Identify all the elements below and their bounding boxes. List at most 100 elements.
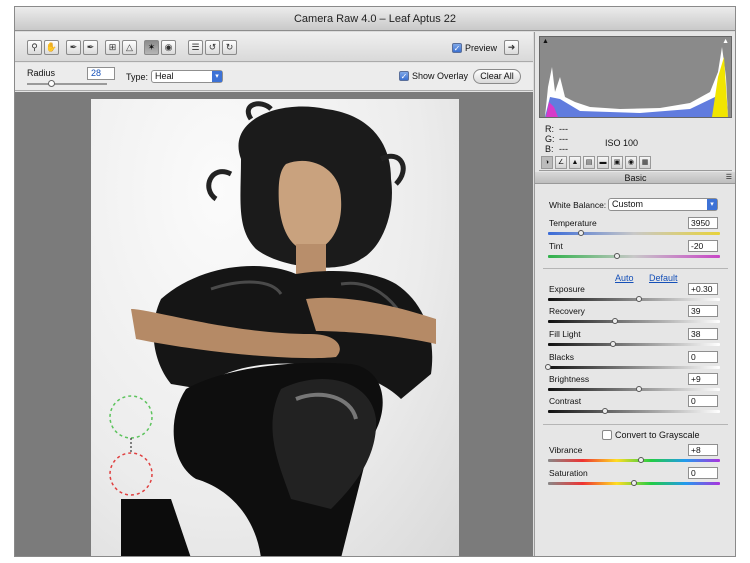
slider-value-input[interactable]: 0 [688, 467, 718, 479]
show-overlay-label: Show Overlay [412, 71, 469, 81]
tab-tone-curve[interactable]: ∠ [555, 156, 567, 169]
tab-lens[interactable]: ▣ [611, 156, 623, 169]
slider-track[interactable] [548, 298, 720, 301]
preview-checkbox[interactable]: ✓ [452, 43, 462, 53]
toolbar: ⚲ ✋ ✒ ✒ ⊞ △ ✶ ◉ ☰ ↺ ↻ ✓ Preview ➜ [15, 32, 533, 62]
slider-track[interactable] [548, 255, 720, 258]
tab-detail[interactable]: ▲ [569, 156, 581, 169]
rotate-right-icon[interactable]: ↻ [222, 40, 237, 55]
radius-input[interactable]: 28 [87, 67, 115, 80]
slider-value-input[interactable]: 0 [688, 395, 718, 407]
divider [543, 268, 728, 269]
default-link[interactable]: Default [649, 273, 678, 283]
hand-icon[interactable]: ✋ [44, 40, 59, 55]
white-balance-label: White Balance: [549, 200, 607, 210]
b-label: B: [545, 144, 554, 154]
slider-value-input[interactable]: 0 [688, 351, 718, 363]
slider-value-input[interactable]: -20 [688, 240, 718, 252]
section-title: Basic ☰ [535, 172, 735, 184]
shadow-clip-icon[interactable]: ▲ [542, 38, 549, 45]
slider-thumb[interactable] [601, 408, 608, 414]
slider-track[interactable] [548, 388, 720, 391]
tab-basic[interactable]: ◑ [541, 156, 553, 169]
type-value: Heal [155, 71, 174, 81]
select-arrow-icon: ▾ [212, 71, 222, 82]
r-value: --- [559, 124, 568, 134]
divider [543, 424, 728, 425]
select-arrow-icon: ▾ [707, 199, 717, 210]
camera-raw-window: Camera Raw 4.0 – Leaf Aptus 22 ⚲ ✋ ✒ ✒ ⊞… [14, 6, 736, 557]
slider-label: Blacks [549, 352, 575, 362]
slider-track[interactable] [548, 366, 720, 369]
adjustments-pane: ▲ ▲ R: --- G: --- B: --- ISO 100 ◑ ∠ ▲ ▤… [534, 32, 735, 556]
slider-thumb[interactable] [636, 386, 643, 392]
slider-value-input[interactable]: 39 [688, 305, 718, 317]
r-label: R: [545, 124, 554, 134]
section-title-text: Basic [624, 173, 647, 183]
window-title: Camera Raw 4.0 – Leaf Aptus 22 [15, 7, 735, 31]
slider-value-input[interactable]: 3950 [688, 217, 718, 229]
highlight-clip-icon[interactable]: ▲ [722, 38, 729, 45]
open-panel-icon[interactable]: ➜ [504, 40, 519, 55]
slider-thumb[interactable] [613, 253, 620, 259]
slider-track[interactable] [548, 232, 720, 235]
grayscale-checkbox[interactable] [602, 430, 612, 440]
spot-removal-icon[interactable]: ✶ [144, 40, 159, 55]
slider-value-input[interactable]: 38 [688, 328, 718, 340]
b-value: --- [559, 144, 568, 154]
preferences-icon[interactable]: ☰ [188, 40, 203, 55]
radius-slider-thumb[interactable] [48, 80, 55, 87]
radius-label: Radius [27, 68, 56, 78]
slider-thumb[interactable] [577, 230, 584, 236]
slider-track[interactable] [548, 410, 720, 413]
slider-thumb[interactable] [636, 296, 643, 302]
slider-value-input[interactable]: +0.30 [688, 283, 718, 295]
tab-camera-calibration[interactable]: ◉ [625, 156, 637, 169]
eyedropper-icon[interactable]: ✒ [66, 40, 81, 55]
slider-label: Vibrance [549, 445, 583, 455]
image-canvas[interactable] [15, 92, 533, 556]
type-label: Type: [126, 72, 149, 82]
rotate-left-icon[interactable]: ↺ [205, 40, 220, 55]
iso-value: ISO 100 [605, 138, 639, 148]
slider-label: Saturation [549, 468, 588, 478]
slider-thumb[interactable] [610, 341, 617, 347]
zoom-icon[interactable]: ⚲ [27, 40, 42, 55]
tab-split-toning[interactable]: ▬ [597, 156, 609, 169]
slider-track[interactable] [548, 320, 720, 323]
red-eye-icon[interactable]: ◉ [161, 40, 176, 55]
color-sampler-icon[interactable]: ✒ [83, 40, 98, 55]
slider-track[interactable] [548, 459, 720, 462]
radius-slider-track[interactable] [27, 83, 107, 85]
auto-link[interactable]: Auto [615, 273, 634, 283]
slider-track[interactable] [548, 343, 720, 346]
histogram-graph [545, 47, 728, 117]
show-overlay-checkbox[interactable]: ✓ [399, 71, 409, 81]
straighten-icon[interactable]: △ [122, 40, 137, 55]
preview-image[interactable] [91, 99, 459, 556]
white-balance-select[interactable]: Custom ▾ [608, 198, 718, 211]
clear-all-button[interactable]: Clear All [473, 69, 521, 84]
slider-label: Temperature [549, 218, 597, 228]
tab-hsl[interactable]: ▤ [583, 156, 595, 169]
panel-menu-icon[interactable]: ☰ [726, 172, 732, 184]
slider-label: Fill Light [549, 329, 581, 339]
panel-tabs: ◑ ∠ ▲ ▤ ▬ ▣ ◉ ▦ [539, 155, 732, 171]
slider-thumb[interactable] [637, 457, 644, 463]
tab-presets[interactable]: ▦ [639, 156, 651, 169]
slider-thumb[interactable] [631, 480, 637, 486]
slider-value-input[interactable]: +9 [688, 373, 718, 385]
photo-illustration [109, 101, 436, 556]
rgb-readout: R: --- G: --- B: --- ISO 100 [535, 122, 735, 156]
options-bar: Radius 28 Type: Heal ▾ ✓ Show Overlay Cle… [15, 63, 533, 91]
g-label: G: [545, 134, 555, 144]
slider-label: Recovery [549, 306, 585, 316]
slider-value-input[interactable]: +8 [688, 444, 718, 456]
slider-label: Contrast [549, 396, 582, 406]
slider-thumb[interactable] [612, 318, 619, 324]
crop-icon[interactable]: ⊞ [105, 40, 120, 55]
slider-thumb[interactable] [545, 364, 551, 370]
type-select[interactable]: Heal ▾ [151, 70, 223, 83]
white-balance-value: Custom [612, 199, 644, 209]
grayscale-label: Convert to Grayscale [615, 430, 700, 440]
